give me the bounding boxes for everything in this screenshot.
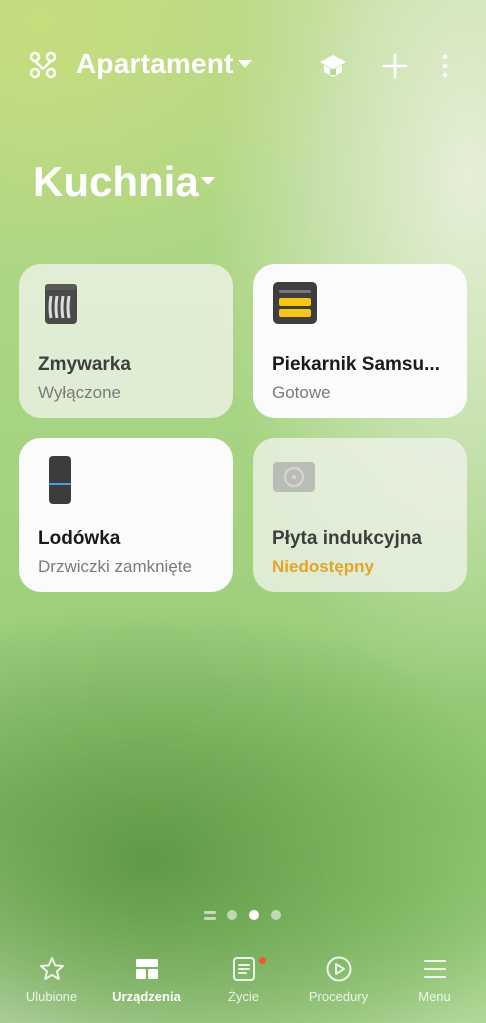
more-icon[interactable]	[431, 52, 459, 80]
page-indicator-list-icon[interactable]	[204, 911, 216, 914]
nav-devices[interactable]: Urządzenia	[98, 955, 195, 1015]
oven-icon	[273, 282, 317, 326]
nav-label: Procedury	[308, 989, 369, 1004]
nav-label: Życie	[227, 989, 260, 1004]
dishwasher-icon	[39, 282, 83, 326]
device-status: Niedostępny	[272, 557, 375, 576]
nav-routines[interactable]: Procedury	[290, 955, 387, 1015]
top-bar: Apartament Kuchnia	[0, 0, 486, 205]
nav-life[interactable]: Życie	[195, 955, 292, 1015]
room-dropdown-caret-icon[interactable]	[201, 177, 215, 185]
device-name: Zmywarka	[38, 354, 131, 375]
notification-badge	[259, 957, 266, 964]
page-indicator-list-icon-line	[204, 917, 216, 920]
nav-menu[interactable]: Menu	[386, 955, 483, 1015]
device-card-oven[interactable]: Piekarnik Samsu... Gotowe	[253, 264, 467, 418]
hub-icon[interactable]	[319, 52, 347, 80]
home-dropdown-caret-icon[interactable]	[238, 60, 252, 68]
room-name[interactable]: Kuchnia	[33, 158, 199, 206]
device-card-cooktop[interactable]: Płyta indukcyjna Niedostępny	[253, 438, 467, 592]
page-indicator[interactable]	[0, 910, 486, 924]
device-name: Lodówka	[38, 528, 121, 549]
nav-favorites[interactable]: Ulubione	[3, 955, 100, 1015]
cooktop-icon	[273, 456, 317, 500]
device-status: Gotowe	[272, 383, 331, 402]
nav-label: Ulubione	[25, 989, 78, 1004]
device-name: Piekarnik Samsu...	[272, 354, 440, 375]
nav-label: Urządzenia	[112, 989, 181, 1004]
device-status: Drzwiczki zamknięte	[38, 557, 192, 576]
star-icon	[39, 957, 64, 980]
play-icon	[326, 956, 351, 982]
fridge-icon	[39, 456, 83, 504]
device-card-fridge[interactable]: Lodówka Drzwiczki zamknięte	[19, 438, 233, 592]
page-dot[interactable]	[227, 910, 237, 920]
nav-label: Menu	[418, 989, 451, 1004]
add-icon[interactable]	[381, 52, 409, 80]
menu-icon	[423, 960, 446, 978]
devices-icon	[135, 959, 158, 979]
home-name[interactable]: Apartament	[76, 48, 234, 80]
life-icon	[232, 957, 255, 981]
device-name: Płyta indukcyjna	[272, 528, 422, 549]
device-status: Wyłączone	[38, 383, 121, 402]
device-card-dishwasher[interactable]: Zmywarka Wyłączone	[19, 264, 233, 418]
page-dot[interactable]	[271, 910, 281, 920]
home-grid-icon[interactable]	[29, 51, 57, 79]
page-dot-active[interactable]	[249, 910, 259, 920]
